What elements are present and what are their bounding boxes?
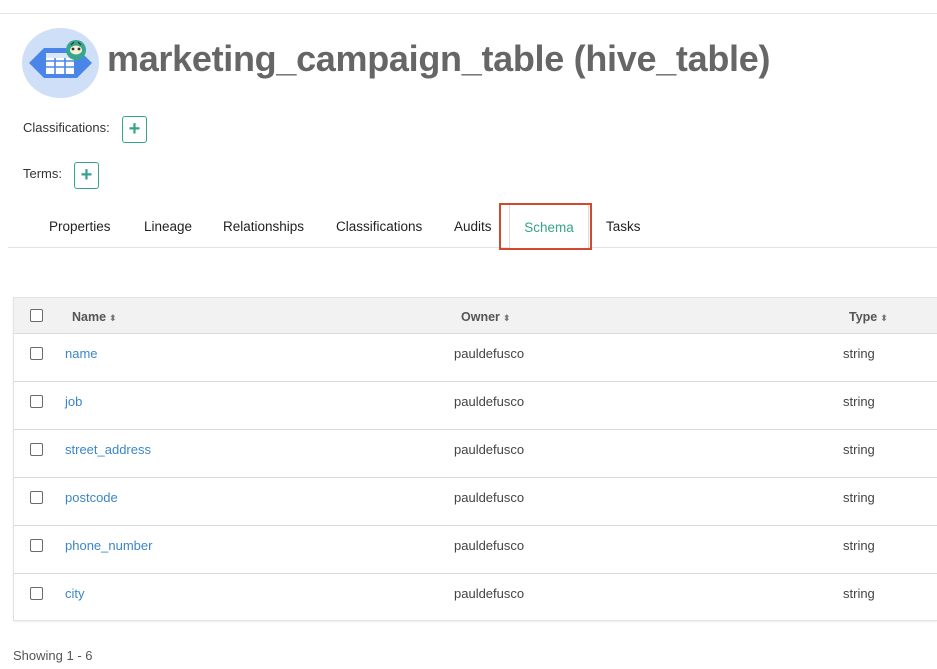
schema-tab-highlight	[499, 203, 592, 250]
tab-classifications[interactable]: Classifications	[336, 203, 422, 248]
select-all-checkbox[interactable]	[30, 309, 43, 322]
column-header-owner-label: Owner	[461, 310, 500, 324]
column-header-owner[interactable]: Owner ⬍	[461, 298, 510, 334]
table-row: phone_number pauldefusco string	[14, 526, 937, 574]
tab-lineage[interactable]: Lineage	[144, 203, 192, 248]
tab-properties[interactable]: Properties	[49, 203, 111, 248]
tab-tasks[interactable]: Tasks	[606, 203, 641, 248]
tab-audits[interactable]: Audits	[454, 203, 492, 248]
column-owner: pauldefusco	[454, 346, 525, 361]
row-checkbox[interactable]	[30, 491, 43, 504]
column-type: string	[843, 586, 875, 601]
row-checkbox[interactable]	[30, 347, 43, 360]
table-row: postcode pauldefusco string	[14, 478, 937, 526]
classifications-label: Classifications:	[23, 120, 110, 135]
column-name-link[interactable]: name	[65, 334, 98, 374]
sort-icon: ⬍	[109, 313, 117, 323]
column-owner: pauldefusco	[454, 586, 525, 601]
column-type: string	[843, 442, 875, 457]
table-header: Name ⬍ Owner ⬍ Type ⬍	[14, 298, 937, 334]
top-divider	[0, 13, 937, 14]
sort-icon: ⬍	[880, 313, 888, 323]
pagination-summary: Showing 1 - 6	[13, 648, 93, 663]
detail-tabs: Properties Lineage Relationships Classif…	[8, 203, 937, 249]
column-name-link[interactable]: phone_number	[65, 526, 152, 566]
column-type: string	[843, 490, 875, 505]
column-owner: pauldefusco	[454, 394, 525, 409]
column-type: string	[843, 538, 875, 553]
column-owner: pauldefusco	[454, 538, 525, 553]
column-name-link[interactable]: job	[65, 382, 82, 422]
tab-relationships[interactable]: Relationships	[223, 203, 304, 248]
column-name-link[interactable]: city	[65, 574, 85, 614]
table-row: city pauldefusco string	[14, 574, 937, 622]
sort-icon: ⬍	[502, 313, 511, 323]
column-header-name[interactable]: Name ⬍	[72, 298, 117, 334]
row-checkbox[interactable]	[30, 443, 43, 456]
row-checkbox[interactable]	[30, 539, 43, 552]
add-term-button[interactable]: +	[74, 162, 99, 189]
add-classification-button[interactable]: +	[122, 116, 147, 143]
column-header-type-label: Type	[849, 310, 878, 324]
page-title: marketing_campaign_table (hive_table)	[107, 38, 771, 79]
column-type: string	[843, 346, 875, 361]
table-row: job pauldefusco string	[14, 382, 937, 430]
schema-table: Name ⬍ Owner ⬍ Type ⬍ name pauldefusco stri…	[13, 297, 937, 621]
hive-table-icon	[22, 28, 99, 98]
column-type: string	[843, 394, 875, 409]
column-header-name-label: Name	[72, 310, 107, 324]
table-row: street_address pauldefusco string	[14, 430, 937, 478]
table-row: name pauldefusco string	[14, 334, 937, 382]
column-header-type[interactable]: Type ⬍	[849, 298, 888, 334]
column-name-link[interactable]: street_address	[65, 430, 151, 470]
row-checkbox[interactable]	[30, 395, 43, 408]
column-owner: pauldefusco	[454, 442, 525, 457]
column-name-link[interactable]: postcode	[65, 478, 118, 518]
terms-label: Terms:	[23, 166, 62, 181]
column-owner: pauldefusco	[454, 490, 525, 505]
row-checkbox[interactable]	[30, 587, 43, 600]
